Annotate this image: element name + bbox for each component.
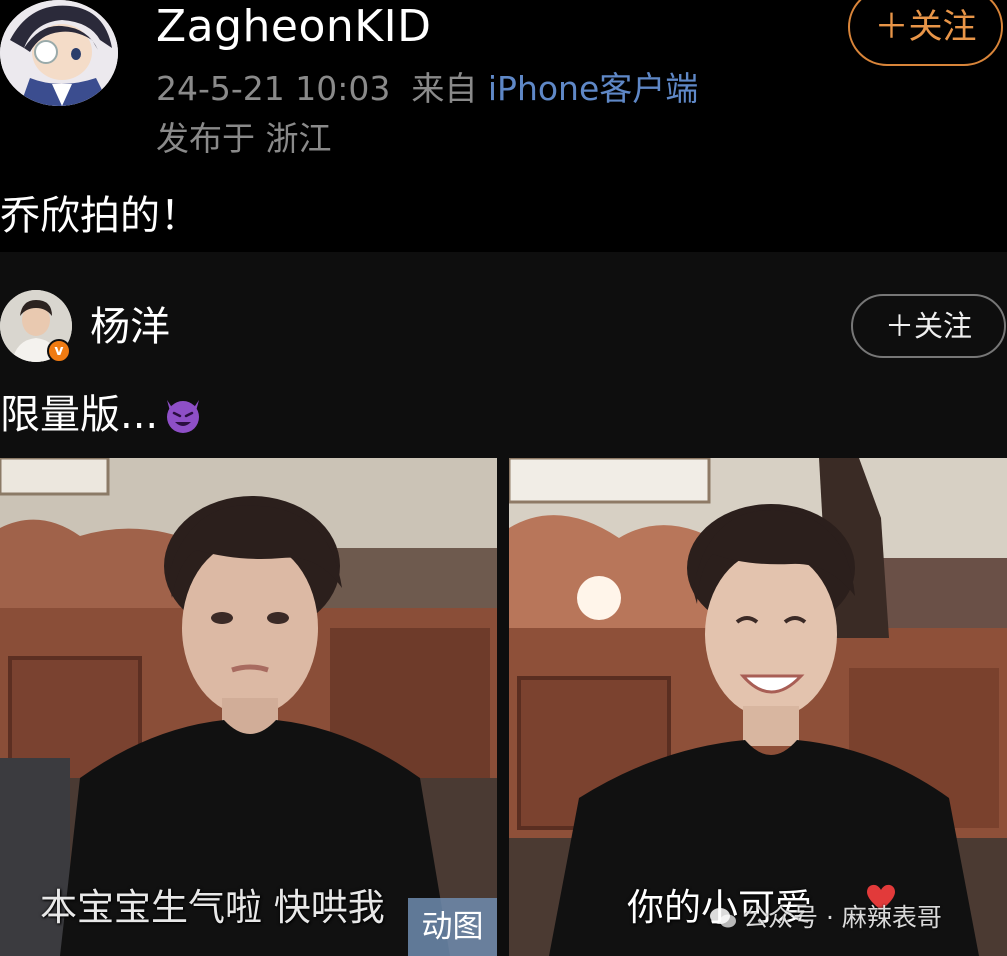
post-username[interactable]: ZagheonKID <box>156 2 432 52</box>
post-source-prefix: 来自 <box>411 69 478 108</box>
post-text: 乔欣拍的！ <box>0 193 200 239</box>
post-time: 24-5-21 10:03 <box>156 69 391 108</box>
anime-character-avatar-image <box>0 0 118 106</box>
repost-follow-button[interactable]: ＋关注 <box>851 294 1006 358</box>
smiling-devil-emoji-icon <box>167 400 200 433</box>
wechat-icon <box>710 908 736 928</box>
post-meta: 24-5-21 10:03 来自 iPhone客户端 <box>156 68 698 110</box>
photo-boy-sulking <box>0 458 497 956</box>
repost-text: 限量版... <box>0 392 159 438</box>
watermark-text: 公众号 · 麻辣表哥 <box>743 903 942 932</box>
gif-badge: 动图 <box>408 898 497 956</box>
post-source-link[interactable]: iPhone客户端 <box>488 69 698 108</box>
repost-image-2[interactable]: 你的小可爱 公众号 · 麻辣表哥 <box>509 458 1007 956</box>
verified-badge-icon: v <box>47 339 71 363</box>
repost-username[interactable]: 杨洋 <box>90 302 170 352</box>
user-avatar[interactable] <box>0 0 118 106</box>
follow-button[interactable]: ＋关注 <box>848 0 1003 66</box>
post-location: 发布于 浙江 <box>156 119 332 158</box>
image-caption: 本宝宝生气啦 快哄我 <box>40 886 385 929</box>
watermark: 公众号 · 麻辣表哥 <box>709 902 942 934</box>
photo-boy-smiling <box>509 458 1007 956</box>
repost-text-line: 限量版... <box>0 390 204 440</box>
repost-image-1[interactable]: 本宝宝生气啦 快哄我 动图 <box>0 458 497 956</box>
